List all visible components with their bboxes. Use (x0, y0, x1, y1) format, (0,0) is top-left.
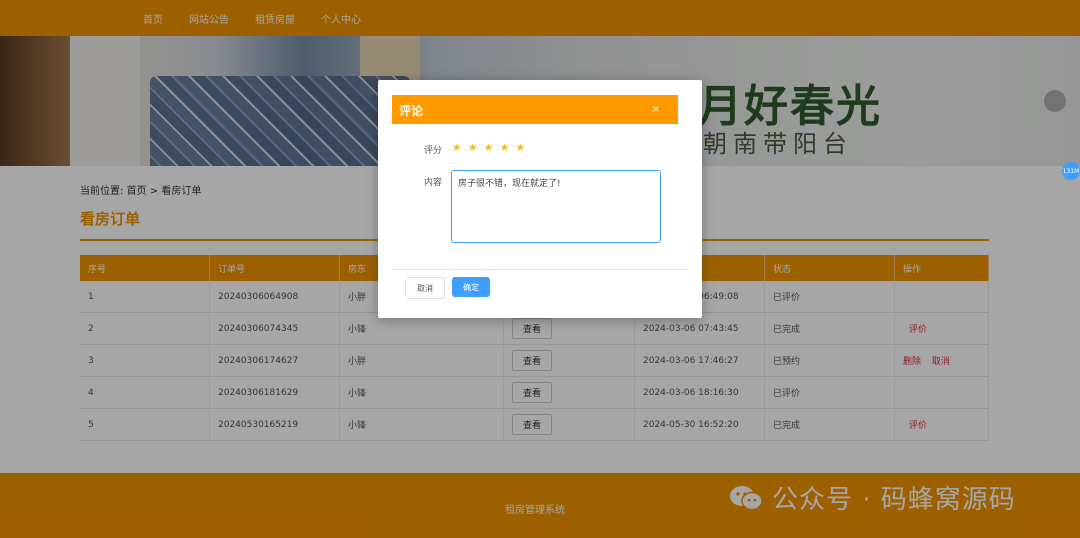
close-icon[interactable]: × (652, 104, 660, 115)
star-icon[interactable]: ★ (484, 141, 494, 154)
comment-dialog: 评论 × 评分 ★ ★ ★ ★ ★ 内容 房子很不错，现在就定了! 取消 确定 (378, 80, 702, 318)
dialog-title: 评论 (399, 104, 424, 118)
rating-stars[interactable]: ★ ★ ★ ★ ★ (452, 141, 525, 154)
star-icon[interactable]: ★ (500, 141, 510, 154)
star-icon[interactable]: ★ (452, 141, 462, 154)
content-label: 内容 (424, 178, 443, 188)
confirm-button[interactable]: 确定 (452, 277, 490, 297)
memory-badge[interactable]: 131M (1062, 162, 1080, 180)
rating-label: 评分 (424, 146, 443, 156)
dialog-header: 评论 × (392, 95, 678, 124)
cancel-button[interactable]: 取消 (405, 277, 445, 299)
comment-textarea[interactable]: 房子很不错，现在就定了! (451, 170, 661, 243)
dialog-divider (392, 269, 688, 270)
star-icon[interactable]: ★ (516, 141, 526, 154)
star-icon[interactable]: ★ (468, 141, 478, 154)
